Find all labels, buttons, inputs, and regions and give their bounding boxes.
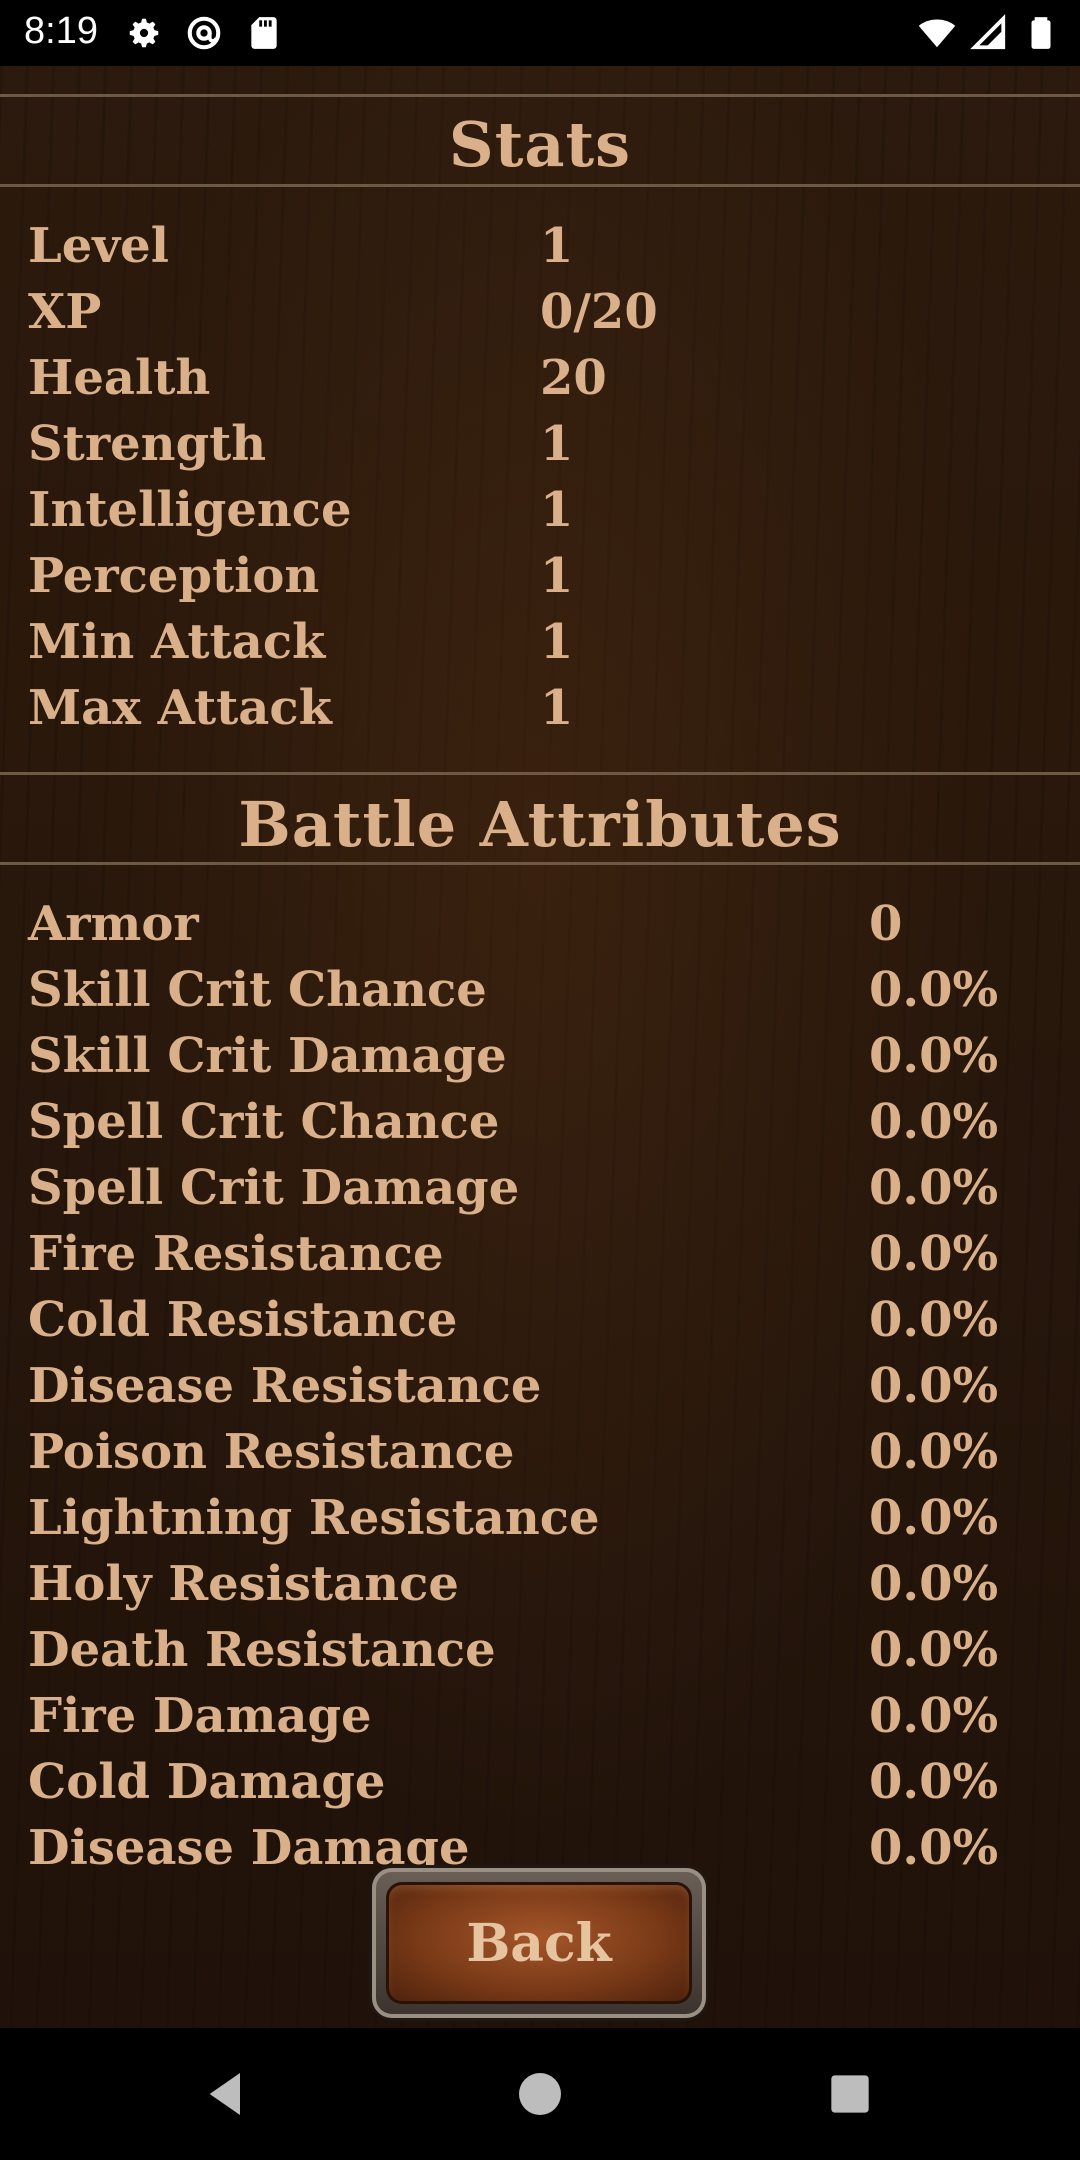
attribute-label: Death Resistance xyxy=(28,1622,496,1678)
stat-row-strength: Strength 1 xyxy=(28,416,1068,482)
attribute-value: 0.0% xyxy=(869,1226,999,1282)
attribute-label: Fire Damage xyxy=(28,1688,372,1744)
attribute-row-spell-crit-chance: Spell Crit Chance 0.0% xyxy=(28,1094,1068,1160)
stat-value: 1 xyxy=(540,482,574,538)
at-sign-icon xyxy=(187,16,221,50)
stat-value: 20 xyxy=(540,350,607,406)
status-time: 8:19 xyxy=(24,10,98,52)
home-circle-icon[interactable] xyxy=(512,2066,568,2122)
attribute-row-disease-resistance: Disease Resistance 0.0% xyxy=(28,1358,1068,1424)
attribute-value: 0.0% xyxy=(869,1622,999,1678)
attribute-label: Disease Resistance xyxy=(28,1358,542,1414)
attribute-value: 0 xyxy=(869,896,903,952)
stat-row-min-attack: Min Attack 1 xyxy=(28,614,1068,680)
stat-label: Intelligence xyxy=(28,482,352,538)
stat-label: Level xyxy=(28,218,169,274)
divider xyxy=(0,184,1080,187)
attribute-label: Spell Crit Chance xyxy=(28,1094,500,1150)
attribute-value: 0.0% xyxy=(869,1094,999,1150)
attribute-value: 0.0% xyxy=(869,1358,999,1414)
system-navigation-bar xyxy=(0,2028,1080,2160)
attribute-label: Cold Damage xyxy=(28,1754,386,1810)
attribute-value: 0.0% xyxy=(869,1754,999,1810)
attribute-row-cold-damage: Cold Damage 0.0% xyxy=(28,1754,1068,1820)
stat-row-intelligence: Intelligence 1 xyxy=(28,482,1068,548)
attribute-label: Cold Resistance xyxy=(28,1292,458,1348)
divider xyxy=(0,772,1080,775)
stat-row-max-attack: Max Attack 1 xyxy=(28,680,1068,746)
attribute-label: Skill Crit Chance xyxy=(28,962,487,1018)
stat-row-level: Level 1 xyxy=(28,218,1068,284)
stat-row-perception: Perception 1 xyxy=(28,548,1068,614)
stat-value: 1 xyxy=(540,218,574,274)
divider xyxy=(0,94,1080,97)
divider xyxy=(0,862,1080,865)
stats-scroll-panel[interactable]: Stats Level 1 XP 0/20 Health 20 Strength… xyxy=(0,90,1080,1916)
attribute-row-cold-resistance: Cold Resistance 0.0% xyxy=(28,1292,1068,1358)
status-bar: 8:19 xyxy=(0,0,1080,66)
stat-value: 1 xyxy=(540,614,574,670)
stat-label: Perception xyxy=(28,548,320,604)
attribute-value: 0.0% xyxy=(869,962,999,1018)
stat-label: XP xyxy=(28,284,102,340)
signal-icon xyxy=(970,14,1006,50)
attribute-value: 0.0% xyxy=(869,1424,999,1480)
stat-value: 1 xyxy=(540,548,574,604)
attribute-label: Skill Crit Damage xyxy=(28,1028,507,1084)
attribute-row-lightning-resistance: Lightning Resistance 0.0% xyxy=(28,1490,1068,1556)
attribute-value: 0.0% xyxy=(869,1820,999,1876)
attribute-value: 0.0% xyxy=(869,1556,999,1612)
back-triangle-icon[interactable] xyxy=(198,2066,254,2122)
stat-label: Max Attack xyxy=(28,680,332,736)
battle-attributes-title: Battle Attributes xyxy=(238,788,842,861)
attribute-label: Armor xyxy=(28,896,199,952)
attribute-value: 0.0% xyxy=(869,1490,999,1546)
stat-value: 0/20 xyxy=(540,284,658,340)
back-button[interactable]: Back xyxy=(386,1882,692,2004)
stat-value: 1 xyxy=(540,416,574,472)
gear-icon xyxy=(129,18,159,48)
stat-row-health: Health 20 xyxy=(28,350,1068,416)
sd-card-icon xyxy=(251,17,277,49)
game-screen: Stats Level 1 XP 0/20 Health 20 Strength… xyxy=(0,66,1080,2028)
recents-square-icon[interactable] xyxy=(822,2066,878,2122)
back-button-frame: Back xyxy=(372,1868,706,2018)
attribute-value: 0.0% xyxy=(869,1160,999,1216)
attribute-row-death-resistance: Death Resistance 0.0% xyxy=(28,1622,1068,1688)
stat-row-xp: XP 0/20 xyxy=(28,284,1068,350)
attribute-row-skill-crit-chance: Skill Crit Chance 0.0% xyxy=(28,962,1068,1028)
stats-title: Stats xyxy=(448,108,632,181)
attribute-label: Poison Resistance xyxy=(28,1424,515,1480)
stat-label: Min Attack xyxy=(28,614,326,670)
stat-label: Health xyxy=(28,350,211,406)
attribute-label: Holy Resistance xyxy=(28,1556,459,1612)
attribute-row-poison-resistance: Poison Resistance 0.0% xyxy=(28,1424,1068,1490)
wifi-icon xyxy=(918,19,956,48)
attribute-row-fire-damage: Fire Damage 0.0% xyxy=(28,1688,1068,1754)
attribute-row-holy-resistance: Holy Resistance 0.0% xyxy=(28,1556,1068,1622)
attribute-row-skill-crit-damage: Skill Crit Damage 0.0% xyxy=(28,1028,1068,1094)
attribute-label: Fire Resistance xyxy=(28,1226,444,1282)
attribute-value: 0.0% xyxy=(869,1688,999,1744)
stat-label: Strength xyxy=(28,416,267,472)
stat-value: 1 xyxy=(540,680,574,736)
battery-icon xyxy=(1031,17,1051,49)
attribute-label: Spell Crit Damage xyxy=(28,1160,520,1216)
attribute-row-spell-crit-damage: Spell Crit Damage 0.0% xyxy=(28,1160,1068,1226)
attribute-row-fire-resistance: Fire Resistance 0.0% xyxy=(28,1226,1068,1292)
attribute-value: 0.0% xyxy=(869,1292,999,1348)
attribute-value: 0.0% xyxy=(869,1028,999,1084)
attribute-label: Lightning Resistance xyxy=(28,1490,600,1546)
attribute-row-armor: Armor 0 xyxy=(28,896,1068,962)
